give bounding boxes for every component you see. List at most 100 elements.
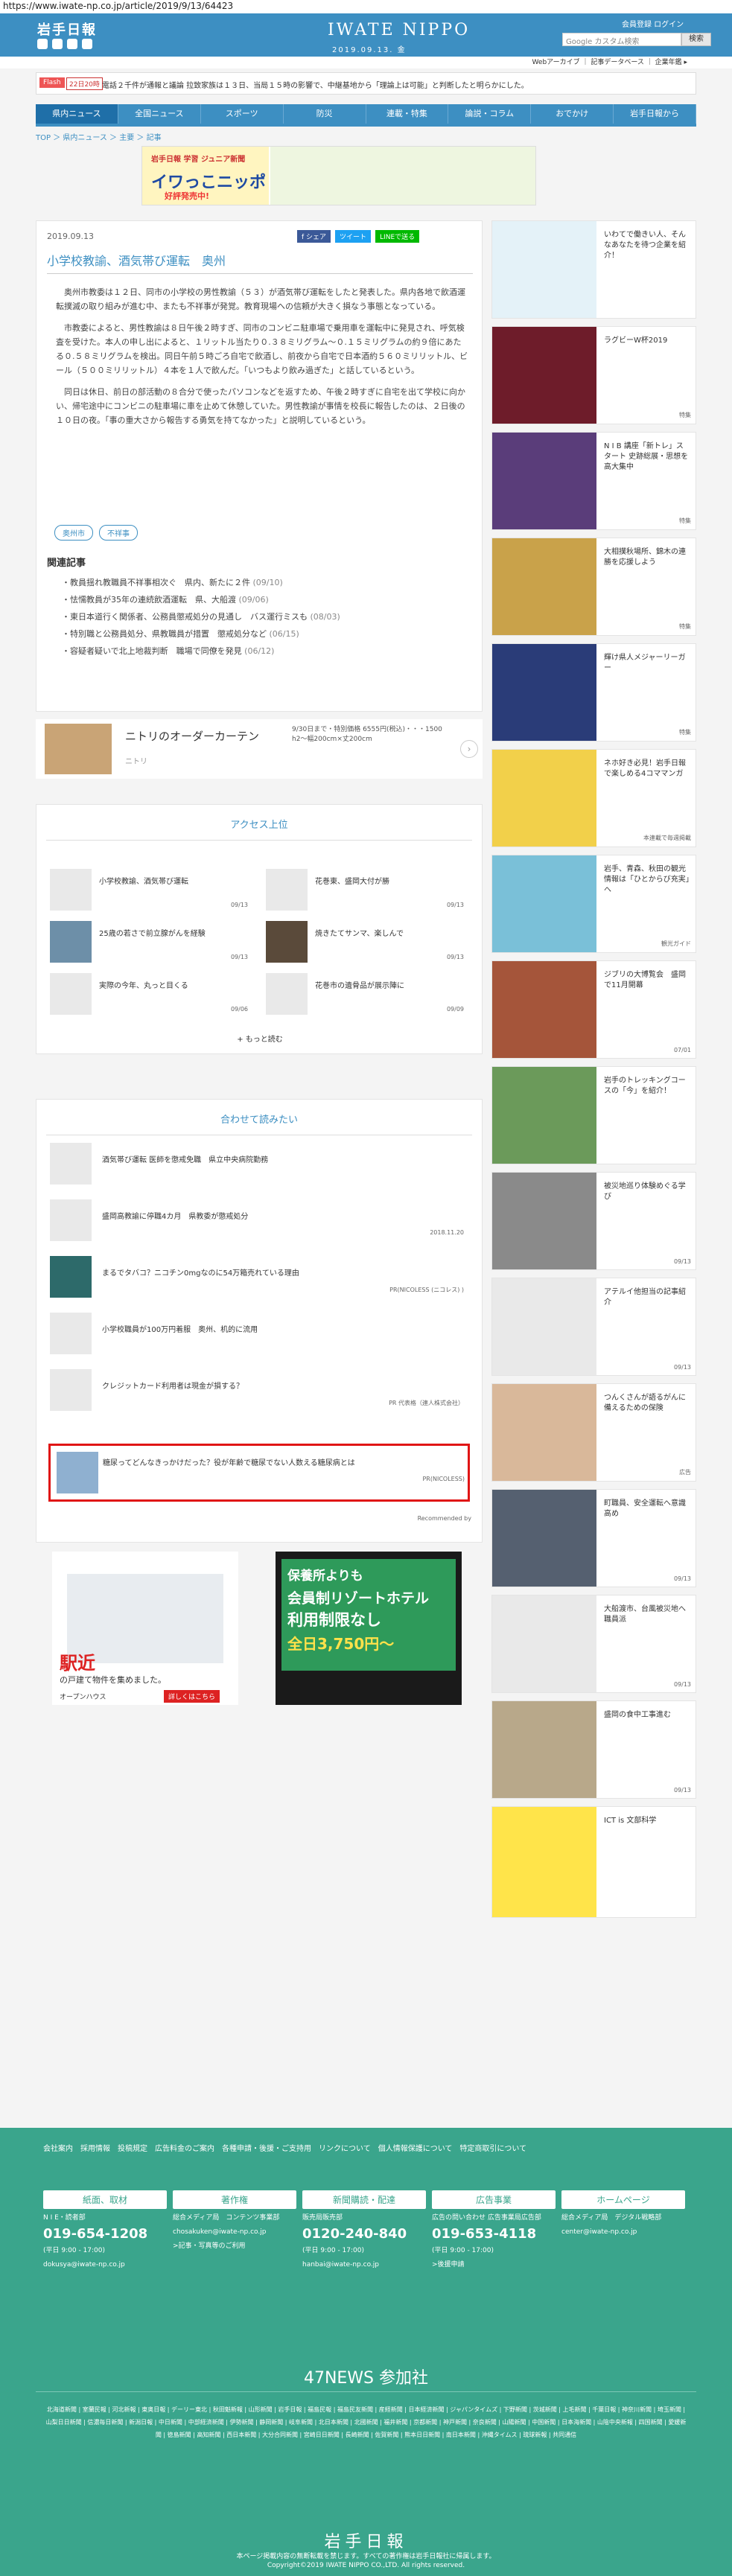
- twitter-icon[interactable]: [37, 39, 48, 49]
- phone-number[interactable]: 019-653-4118: [432, 2226, 556, 2242]
- related-item[interactable]: ・東日本道行く関係者、公務員懲戒処分の見通し バス運行ミスも (08/03): [62, 608, 340, 625]
- ranking-text: 小学校教諭、酒気帯び運転: [99, 878, 188, 886]
- related-item[interactable]: ・容疑者疑いで北上地裁判断 職場で同僚を発見 (06/12): [62, 643, 340, 660]
- reco-source: 2018.11.20: [430, 1229, 464, 1236]
- ranking-item[interactable]: 25歳の若さで前立腺がんを経験 09/13: [50, 921, 251, 966]
- ranking-text: 25歳の若さで前立腺がんを経験: [99, 930, 206, 938]
- sidebar-item[interactable]: ネホ好き必見！岩手日報で楽しめる4コママンガ 本連載で毎週掲載: [491, 749, 696, 847]
- reco-item[interactable]: 盛岡高教諭に停職4カ月 県教委が懲戒処分 2018.11.20: [50, 1199, 467, 1241]
- 47news-members[interactable]: 北海道新聞 | 室蘭民報 | 河北新報 | 東奥日報 | デーリー東北 | 秋田…: [45, 2403, 687, 2441]
- ranking-item[interactable]: 焼きたてサンマ、楽しんで 09/13: [266, 921, 467, 966]
- reco-item[interactable]: クレジットカード利用者は現金が損する？ PR 代表格（連人株式会社）: [50, 1369, 467, 1411]
- sidebar-item[interactable]: 大相撲秋場所、錦木の連勝を応援しよう 特集: [491, 538, 696, 636]
- phone-number[interactable]: 019-654-1208: [43, 2226, 167, 2242]
- member-links[interactable]: 会員登録 ログイン: [622, 18, 684, 29]
- tag-scandal[interactable]: 不祥事: [99, 525, 138, 541]
- more-link[interactable]: + もっと読む: [36, 1033, 483, 1044]
- search-button[interactable]: 検索: [681, 33, 711, 46]
- footer-email[interactable]: dokusya@iwate-np.co.jp: [43, 2260, 167, 2270]
- footer-col-heading: ホームページ: [561, 2190, 685, 2209]
- line-share-button[interactable]: LINEで送る: [375, 230, 420, 243]
- copyright-line: 本ページ掲載内容の無断転載を禁じます。すべての著作権は岩手日報社に帰属します。: [236, 2553, 496, 2560]
- sidebar-text: 被災地巡り体験めぐる学び: [604, 1182, 686, 1201]
- url-bar[interactable]: https://www.iwate-np.co.jp/article/2019/…: [0, 0, 732, 13]
- ranking-item[interactable]: 花巻市の遺骨品が展示陣に 09/09: [266, 973, 467, 1018]
- sidebar-item[interactable]: 岩手、青森、秋田の観光情報は「ひとからび充実」へ 観光ガイド: [491, 855, 696, 953]
- sidebar-item[interactable]: 盛岡の食中工事進む 09/13: [491, 1700, 696, 1799]
- footer-email[interactable]: hanbai@iwate-np.co.jp: [302, 2260, 426, 2270]
- thumbnail: [492, 750, 596, 847]
- sub-links[interactable]: Webアーカイブ ｜ 記事データベース ｜ 企業年鑑 ▸: [0, 57, 732, 68]
- ad-sponsor: ニトリ: [125, 758, 147, 766]
- ranking-item[interactable]: 小学校教諭、酒気帯び運転 09/13: [50, 869, 251, 914]
- sidebar-item[interactable]: 大船渡市、台風被災地へ職員派 09/13: [491, 1595, 696, 1693]
- flash-news[interactable]: Flash 22日20時 電話２千件が通報と議論 拉致家族は１３日、当局１５時の…: [36, 72, 696, 95]
- sidebar-item[interactable]: N I B 講座「新トレ」スタート 史跡総展・思想を高大集中 特集: [491, 432, 696, 530]
- footer-link[interactable]: >後援申請: [432, 2260, 556, 2270]
- sidebar-text: ラグビーW杯2019: [604, 337, 668, 345]
- thumbnail: [492, 644, 596, 741]
- ad-openhouse[interactable]: 駅近 の戸建て物件を集めました。 オープンハウス 詳しくはこちら: [52, 1552, 238, 1705]
- footer-email[interactable]: chosakuken@iwate-np.co.jp: [173, 2228, 296, 2237]
- instagram-icon[interactable]: [82, 39, 92, 49]
- facebook-icon[interactable]: [52, 39, 63, 49]
- nav-series[interactable]: 連載・特集: [366, 104, 449, 124]
- reco-item-highlighted[interactable]: 糖尿ってどんなきっかけだった？役が年齢で糖尿でない人数える糖尿病とは PR(NIC…: [48, 1444, 470, 1502]
- native-ad[interactable]: ニトリのオーダーカーテン ニトリ 9/30日まで・特別価格 6555円(税込)・…: [36, 719, 483, 779]
- sidebar-text: ジブリの大博覧会 盛岡で11月開幕: [604, 971, 686, 989]
- thumbnail: [50, 1256, 92, 1298]
- nav-prefecture[interactable]: 県内ニュース: [36, 104, 118, 124]
- nav-from-iwate-nippo[interactable]: 岩手日報から: [614, 104, 696, 124]
- site-logo[interactable]: 岩手日報: [37, 19, 97, 39]
- facebook-share-button[interactable]: f シェア: [297, 230, 331, 243]
- breadcrumb[interactable]: TOP ＞ 県内ニュース ＞ 主要 ＞ 記事: [36, 131, 162, 142]
- top-banner-ad[interactable]: 岩手日報 学習 ジュニア新聞 イワっこニッポ 好評発売中!: [141, 146, 536, 205]
- sidebar-text: つんくさんが語るがんに備えるための保険: [604, 1394, 686, 1412]
- chevron-right-icon[interactable]: ›: [460, 740, 478, 758]
- sidebar-item[interactable]: 町職員、安全運転へ意識高め 09/13: [491, 1489, 696, 1587]
- ad-resort[interactable]: 保養所よりも 会員制リゾートホテル 利用制限なし 全日3,750円〜: [276, 1552, 462, 1705]
- reco-text: 盛岡高教諭に停職4カ月 県教委が懲戒処分: [102, 1213, 249, 1221]
- phone-number[interactable]: 0120-240-840: [302, 2226, 426, 2242]
- sidebar-item-ad[interactable]: ICT is 文部科学: [491, 1806, 696, 1918]
- ad-details-button[interactable]: 詳しくはこちら: [164, 1690, 220, 1703]
- copyright-line: Copyright©2019 IWATE NIPPO CO.,LTD. All …: [267, 2562, 465, 2569]
- sidebar-item[interactable]: ジブリの大博覧会 盛岡で11月開幕 07/01: [491, 960, 696, 1059]
- youtube-icon[interactable]: [67, 39, 77, 49]
- ranking-item[interactable]: 実際の今年、丸っと目くる 09/06: [50, 973, 251, 1018]
- sidebar-item[interactable]: 岩手のトレッキングコースの「今」を紹介！: [491, 1066, 696, 1164]
- sidebar-meta: 09/13: [673, 1575, 691, 1582]
- nav-disaster[interactable]: 防災: [284, 104, 366, 124]
- footer-col-text: 総合メディア局 コンテンツ事業部: [173, 2214, 280, 2222]
- sidebar-item[interactable]: 輝け県人メジャーリーガー 特集: [491, 643, 696, 742]
- sidebar-item[interactable]: つんくさんが語るがんに備えるための保険 広告: [491, 1383, 696, 1482]
- sidebar-item[interactable]: アテルイ他担当の記事紹介 09/13: [491, 1278, 696, 1376]
- footer-email[interactable]: center@iwate-np.co.jp: [561, 2228, 685, 2237]
- nav-outing[interactable]: おでかけ: [531, 104, 614, 124]
- nav-column[interactable]: 論説・コラム: [448, 104, 532, 124]
- flash-text[interactable]: 電話２千件が通報と議論 拉致家族は１３日、当局１５時の影響で、中継基地から「理論…: [102, 79, 529, 90]
- footer-links[interactable]: 会社案内 採用情報 投稿規定 広告料金のご案内 各種申請・後援・ご支持用 リンク…: [43, 2143, 684, 2156]
- nav-national[interactable]: 全国ニュース: [118, 104, 201, 124]
- related-item[interactable]: ・特別職と公務員処分、県教職員が措置 懲戒処分など (06/15): [62, 625, 340, 643]
- reco-item[interactable]: まるでタバコ？ニコチン0mgなのに54万箱売れている理由 PR(NICOLESS …: [50, 1256, 467, 1298]
- brand-title[interactable]: IWATE NIPPO: [328, 21, 470, 39]
- search-input[interactable]: Google カスタム検索: [562, 33, 681, 46]
- sidebar-item[interactable]: いわてで働きい人、そんなあなたを待つ企業を紹介！: [491, 220, 696, 319]
- thumbnail: [50, 1199, 92, 1241]
- footer-logo[interactable]: 岩手日報: [0, 2528, 732, 2552]
- reco-item[interactable]: 酒気帯び運転 医師を懲戒免職 県立中央病院勤務: [50, 1143, 467, 1185]
- thumbnail: [492, 1701, 596, 1798]
- sidebar-item[interactable]: ラグビーW杯2019 特集: [491, 326, 696, 424]
- nav-sports[interactable]: スポーツ: [201, 104, 284, 124]
- ad-title[interactable]: ニトリのオーダーカーテン: [125, 728, 259, 744]
- tweet-button[interactable]: ツイート: [335, 230, 372, 243]
- related-item[interactable]: ・怯懦教員が35年の連続飲酒運転 県、大船渡 (09/06): [62, 591, 340, 608]
- sidebar-item[interactable]: 被災地巡り体験めぐる学び 09/13: [491, 1172, 696, 1270]
- ranking-item[interactable]: 花巻東、盛岡大付が勝 09/13: [266, 869, 467, 914]
- reco-item[interactable]: 小学校職員が100万円着服 奥州、机的に流用: [50, 1313, 467, 1354]
- share-buttons: f シェア ツイート LINEで送る: [297, 230, 420, 243]
- tag-oshu[interactable]: 奥州市: [54, 525, 93, 541]
- related-item[interactable]: ・教員揺れ教職員不祥事相次ぐ 県内、新たに２件 (09/10): [62, 574, 340, 591]
- footer-link[interactable]: >記事・写真等のご利用: [173, 2242, 296, 2251]
